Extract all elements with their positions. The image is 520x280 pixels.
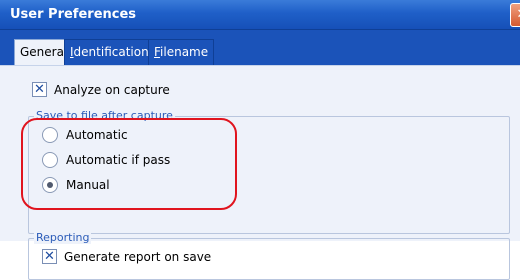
close-button[interactable]: ✕ [510,3,520,27]
window-title: User Preferences [10,7,137,22]
user-preferences-dialog: User Preferences ✕ General Identificatio… [0,0,520,280]
radio-manual[interactable] [42,177,58,193]
radio-automatic-if-pass[interactable] [42,152,58,168]
generate-report-label[interactable]: Generate report on save [64,250,211,264]
tab-identification[interactable]: Identification [64,39,155,65]
general-panel: ✕ Analyze on capture Save to file after … [0,65,520,280]
close-icon: ✕ [517,7,520,22]
tab-identification-label: dentification [73,45,149,59]
tab-general-label: General [20,45,68,59]
title-bar[interactable]: User Preferences ✕ [0,0,520,30]
analyze-on-capture-checkbox[interactable]: ✕ [32,82,47,97]
radio-selected-dot [47,182,53,188]
tab-strip: General Identification Filename [0,30,520,66]
tab-filename[interactable]: Filename [148,39,215,65]
radio-automatic-if-pass-label[interactable]: Automatic if pass [66,153,170,167]
radio-manual-label[interactable]: Manual [66,178,110,192]
checkmark-icon: ✕ [34,82,45,97]
generate-report-checkbox[interactable]: ✕ [42,249,57,264]
radio-automatic[interactable] [42,127,58,143]
tab-filename-label: ilename [160,45,209,59]
save-group-title: Save to file after capture [34,109,175,122]
reporting-group-title: Reporting [34,231,92,244]
radio-automatic-label[interactable]: Automatic [66,128,128,142]
analyze-on-capture-label[interactable]: Analyze on capture [54,83,170,97]
checkmark-icon: ✕ [44,249,55,264]
